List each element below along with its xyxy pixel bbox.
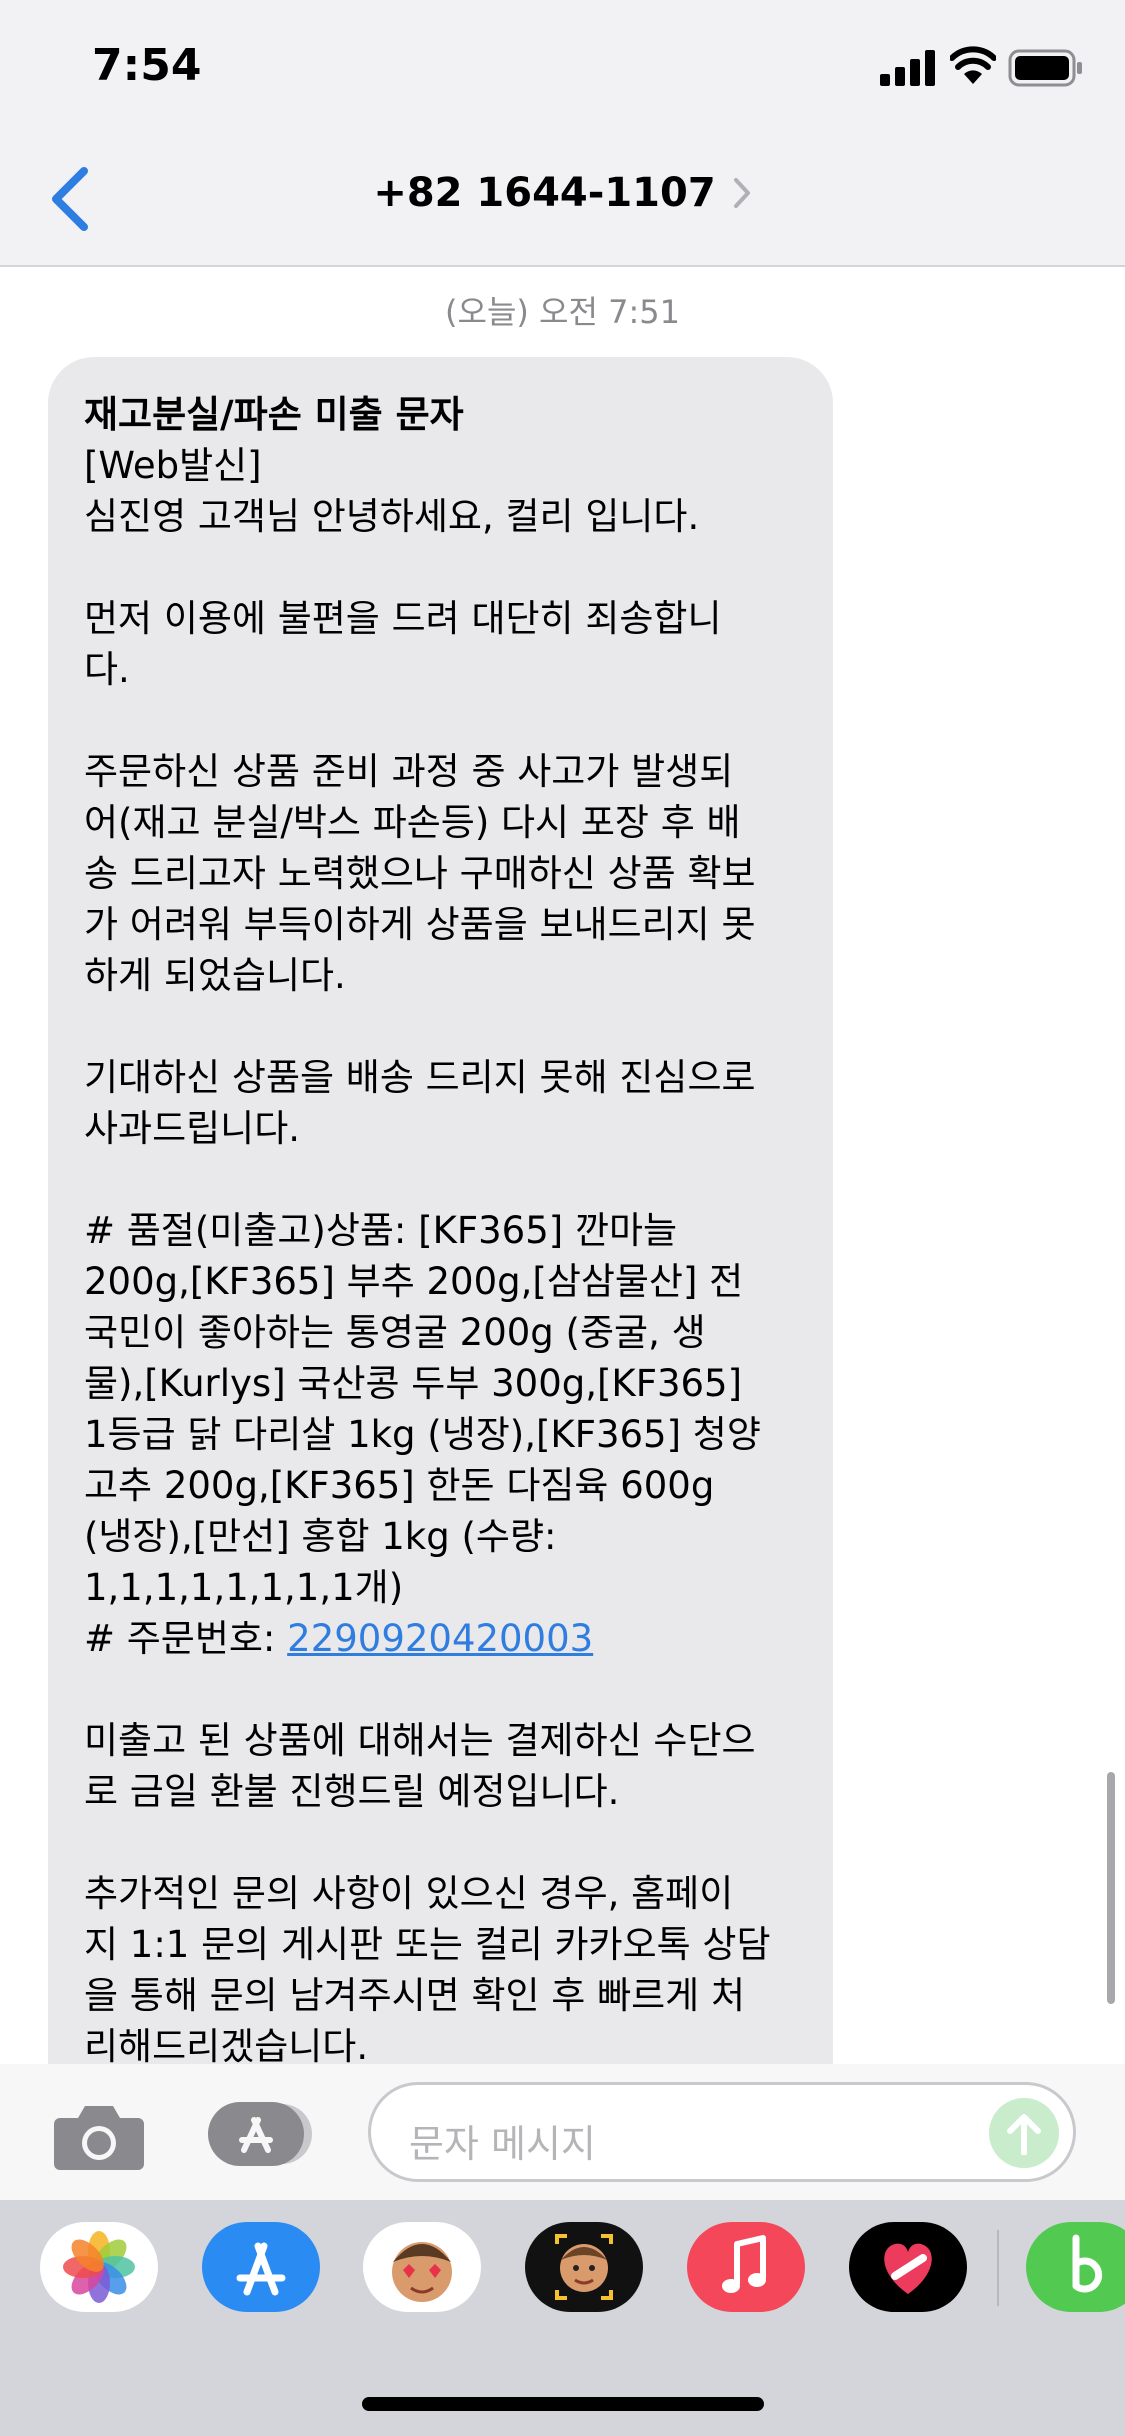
appstore-icon[interactable] (202, 2222, 320, 2312)
message-line: 가 어려워 부득이하게 상품을 보내드리지 못 (84, 903, 756, 946)
message-line: 송 드리고자 노력했으나 구매하신 상품 확보 (84, 852, 756, 895)
message-line: 사과드립니다. (84, 1107, 301, 1150)
chevron-right-icon (733, 178, 750, 208)
message-line: 다. (84, 648, 130, 691)
message-line: 을 통해 문의 남겨주시면 확인 후 빠르게 처 (84, 1974, 746, 2017)
message-line: 1,1,1,1,1,1,1,1개) (84, 1566, 404, 1609)
message-line: 심진영 고객님 안녕하세요, 컬리 입니다. (84, 495, 700, 538)
scroll-indicator[interactable] (1107, 1772, 1115, 2004)
message-input-bar: 문자 메시지 (0, 2064, 1125, 2200)
order-number-link[interactable]: 2290920420003 (287, 1617, 593, 1660)
message-input[interactable]: 문자 메시지 (368, 2082, 1076, 2182)
message-bubble[interactable]: 재고분실/파손 미출 문자 [Web발신] 심진영 고객님 안녕하세요, 컬리 입니… (48, 357, 833, 2064)
memoji-camera-icon[interactable] (525, 2222, 643, 2312)
message-line: # 품절(미출고)상품: [KF365] 깐마늘 (84, 1209, 678, 1252)
green-b-app-icon[interactable] (1026, 2222, 1125, 2312)
message-line: 하게 되었습니다. (84, 954, 346, 997)
message-placeholder: 문자 메시지 (409, 2122, 596, 2166)
music-icon[interactable] (687, 2222, 805, 2312)
cellular-signal-icon (880, 50, 935, 86)
message-line: 재고분실/파손 미출 문자 (84, 393, 464, 436)
message-line: 주문하신 상품 준비 과정 중 사고가 발생되 (84, 750, 734, 793)
message-thread[interactable]: (오늘) 오전 7:51 재고분실/파손 미출 문자 [Web발신] 심진영 고객님… (0, 267, 1125, 2064)
drawer-divider (997, 2230, 999, 2306)
message-line: 기대하신 상품을 배송 드리지 못해 진심으로 (84, 1056, 756, 1099)
message-timestamp: (오늘) 오전 7:51 (445, 293, 680, 331)
wifi-icon (950, 46, 996, 84)
nav-header: 7:54 +82 1644-1107 (0, 0, 1125, 267)
memoji-icon[interactable] (363, 2222, 481, 2312)
arrow-up-icon (1007, 2114, 1041, 2155)
order-number-label: # 주문번호: (84, 1617, 288, 1660)
heart-app-icon[interactable] (849, 2222, 967, 2312)
status-time: 7:54 (92, 40, 202, 91)
send-button[interactable] (989, 2098, 1059, 2168)
camera-icon[interactable] (52, 2102, 146, 2172)
contact-header[interactable]: +82 1644-1107 (0, 170, 1125, 216)
message-line: 1등급 닭 다리살 1kg (냉장),[KF365] 청양 (84, 1413, 761, 1456)
contact-title[interactable]: +82 1644-1107 (373, 170, 715, 216)
message-line: 어(재고 분실/박스 파손등) 다시 포장 후 배 (84, 801, 741, 844)
message-line: 물),[Kurlys] 국산콩 두부 300g,[KF365] (84, 1362, 743, 1405)
message-line: 먼저 이용에 불편을 드려 대단히 죄송합니 (84, 597, 722, 640)
order-number-line: # 주문번호: 2290920420003 (84, 1613, 797, 1664)
message-line: [Web발신] (84, 444, 262, 487)
message-line: 200g,[KF365] 부추 200g,[삼삼물산] 전 (84, 1260, 744, 1303)
message-line: (냉장),[만선] 홍합 1kg (수량: (84, 1515, 557, 1558)
messages-screen: 7:54 +82 1644-1107 (오늘) 오전 7:51 재고분실/파손 … (0, 0, 1125, 2436)
battery-icon (1008, 49, 1082, 87)
home-indicator[interactable] (362, 2397, 764, 2411)
message-line: 로 금일 환불 진행드릴 예정입니다. (84, 1770, 620, 1813)
message-line: 고추 200g,[KF365] 한돈 다짐육 600g (84, 1464, 715, 1507)
message-line: 지 1:1 문의 게시판 또는 컬리 카카오톡 상담 (84, 1923, 771, 1966)
message-line: 리해드리겠습니다. (84, 2025, 369, 2064)
message-line: 추가적인 문의 사항이 있으신 경우, 홈페이 (84, 1872, 734, 1915)
message-line: 미출고 된 상품에 대해서는 결제하신 수단으 (84, 1719, 756, 1762)
photos-icon[interactable] (40, 2222, 158, 2312)
message-line: 국민이 좋아하는 통영굴 200g (중굴, 생 (84, 1311, 706, 1354)
apps-button-icon[interactable] (206, 2100, 318, 2168)
